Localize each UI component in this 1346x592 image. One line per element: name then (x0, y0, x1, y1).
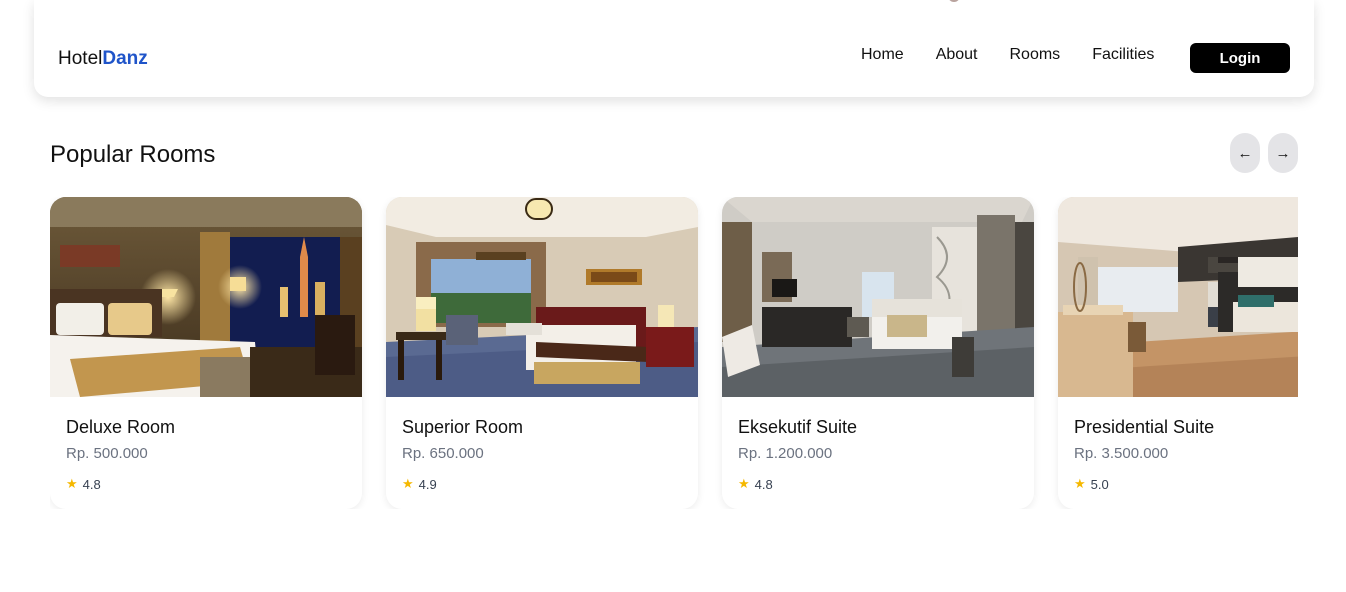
navbar: HotelDanz Home About Rooms Facilities Lo… (34, 0, 1314, 97)
decorative-dot (948, 0, 960, 2)
star-icon: ★ (1074, 476, 1086, 491)
room-card[interactable]: Eksekutif Suite Rp. 1.200.000 ★ 4.8 (722, 197, 1034, 509)
room-name: Eksekutif Suite (738, 417, 858, 437)
login-button[interactable]: Login (1190, 43, 1290, 73)
room-rating: ★ 4.9 (402, 476, 437, 492)
room-price: Rp. 1.200.000 (738, 445, 833, 462)
room-image-superior (386, 197, 698, 397)
room-rating-value: 4.8 (82, 476, 101, 492)
room-card[interactable]: Deluxe Room Rp. 500.000 ★ 4.8 (50, 197, 362, 509)
room-rating: ★ 5.0 (1074, 476, 1109, 492)
room-price: Rp. 650.000 (402, 445, 484, 462)
nav-link-rooms[interactable]: Rooms (1010, 46, 1061, 64)
room-card[interactable]: Presidential Suite Rp. 3.500.000 ★ 5.0 (1058, 197, 1298, 509)
star-icon: ★ (402, 476, 414, 491)
nav-links: Home About Rooms Facilities (861, 46, 1154, 64)
section-title: Popular Rooms (50, 141, 216, 168)
brand-logo[interactable]: HotelDanz (58, 48, 148, 70)
room-image-deluxe (50, 197, 362, 397)
nav-link-about[interactable]: About (936, 46, 978, 64)
room-rating: ★ 4.8 (738, 476, 773, 492)
room-price: Rp. 500.000 (66, 445, 148, 462)
room-price: Rp. 3.500.000 (1074, 445, 1169, 462)
arrow-left-icon: ← (1237, 144, 1253, 162)
room-rating-value: 5.0 (1090, 476, 1109, 492)
room-name: Superior Room (402, 417, 524, 437)
arrow-right-icon: → (1275, 144, 1291, 162)
brand-name-part2: Danz (102, 48, 148, 69)
star-icon: ★ (738, 476, 750, 491)
room-rating: ★ 4.8 (66, 476, 101, 492)
carousel-prev-button[interactable]: ← (1230, 133, 1260, 173)
room-rating-value: 4.8 (754, 476, 773, 492)
rooms-carousel: Deluxe Room Rp. 500.000 ★ 4.8 Superior R… (50, 197, 1298, 509)
room-name: Presidential Suite (1074, 417, 1215, 437)
brand-name-part1: Hotel (58, 48, 103, 69)
nav-link-home[interactable]: Home (861, 46, 904, 64)
star-icon: ★ (66, 476, 78, 491)
room-rating-value: 4.9 (418, 476, 437, 492)
nav-link-facilities[interactable]: Facilities (1092, 46, 1154, 64)
room-name: Deluxe Room (66, 417, 176, 437)
room-image-eksekutif (722, 197, 1034, 397)
room-card[interactable]: Superior Room Rp. 650.000 ★ 4.9 (386, 197, 698, 509)
carousel-next-button[interactable]: → (1268, 133, 1298, 173)
room-image-presidential (1058, 197, 1298, 397)
